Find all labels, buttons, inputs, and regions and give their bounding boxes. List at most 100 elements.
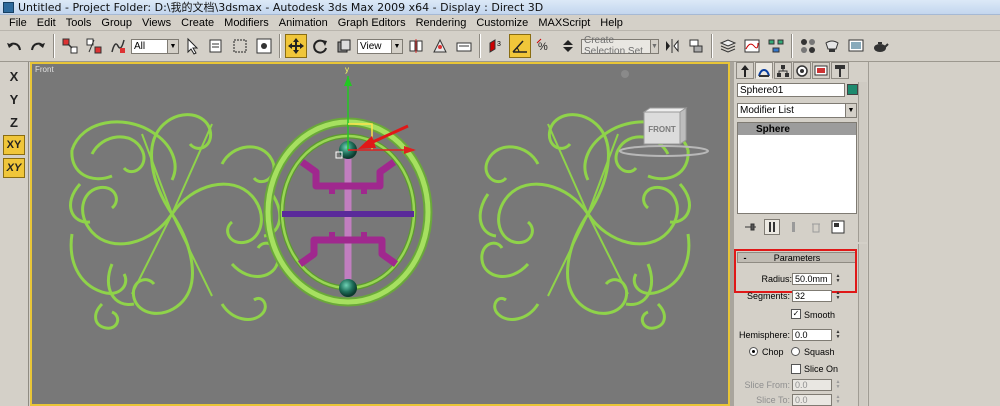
slice-from-spinner[interactable]: ▲ ▼	[834, 379, 842, 391]
slice-from-input[interactable]: 0.0	[792, 379, 832, 391]
app-icon[interactable]	[3, 1, 14, 13]
constrain-xy-button[interactable]: XY	[3, 135, 25, 155]
space-warp-icon	[111, 39, 125, 53]
segments-input[interactable]: 32	[792, 290, 832, 302]
make-unique-button[interactable]	[786, 219, 802, 235]
viewcube-home-icon[interactable]	[621, 70, 629, 78]
spinner-snap-toggle-button[interactable]	[557, 34, 579, 58]
modifier-list-label: Modifier List	[740, 105, 794, 116]
menu-maxscript[interactable]: MAXScript	[533, 17, 595, 29]
menu-views[interactable]: Views	[137, 17, 176, 29]
reference-coord-dropdown[interactable]: View ▼	[357, 38, 403, 54]
rendered-frame-window-button[interactable]	[845, 34, 867, 58]
schematic-view-button[interactable]	[765, 34, 787, 58]
slice-on-checkbox[interactable]	[791, 364, 801, 374]
chop-label: Chop	[762, 347, 784, 357]
menu-tools[interactable]: Tools	[61, 17, 97, 29]
constrain-y-button[interactable]: Y	[3, 89, 25, 109]
left-ornament	[69, 113, 282, 330]
object-name-field[interactable]: Sphere01	[737, 83, 845, 97]
viewcube[interactable]: FRONT	[619, 70, 709, 157]
tab-utilities[interactable]	[831, 62, 849, 79]
menu-help[interactable]: Help	[595, 17, 628, 29]
menu-graph-editors[interactable]: Graph Editors	[333, 17, 411, 29]
window-title: Untitled - Project Folder: D:\我的文档\3dsma…	[18, 1, 544, 14]
show-end-result-button[interactable]	[764, 219, 780, 235]
constrain-z-button[interactable]: Z	[3, 112, 25, 132]
manipulate-icon	[433, 38, 447, 53]
slice-to-label: Slice To:	[756, 395, 790, 405]
keyboard-shortcut-override-button[interactable]	[453, 34, 475, 58]
menu-animation[interactable]: Animation	[274, 17, 333, 29]
slice-to-spinner[interactable]: ▲ ▼	[834, 394, 842, 406]
unlink-selection-button[interactable]	[83, 34, 105, 58]
segments-spinner[interactable]: ▲ ▼	[834, 290, 842, 302]
selection-filter-dropdown[interactable]: All ▼	[131, 38, 179, 54]
align-button[interactable]	[685, 34, 707, 58]
menu-edit[interactable]: Edit	[32, 17, 61, 29]
hemisphere-input[interactable]: 0.0	[792, 329, 832, 341]
menu-create[interactable]: Create	[176, 17, 219, 29]
angle-snap-toggle-button[interactable]	[509, 34, 531, 58]
redo-button[interactable]	[27, 34, 49, 58]
remove-modifier-button[interactable]	[808, 219, 824, 235]
window-crossing-button[interactable]	[253, 34, 275, 58]
menu-group[interactable]: Group	[96, 17, 137, 29]
select-and-scale-button[interactable]	[333, 34, 355, 58]
named-selection-sets-dropdown[interactable]: Create Selection Set ▼	[581, 35, 659, 57]
percent-snap-toggle-button[interactable]: %	[533, 34, 555, 58]
layers-icon	[719, 39, 737, 53]
stack-item-sphere[interactable]: Sphere	[738, 123, 856, 135]
menu-customize[interactable]: Customize	[471, 17, 533, 29]
slice-to-input[interactable]: 0.0	[792, 394, 832, 406]
select-and-rotate-button[interactable]	[309, 34, 331, 58]
select-and-move-button[interactable]	[285, 34, 307, 58]
quick-render-button[interactable]	[869, 34, 891, 58]
slice-from-label: Slice From:	[744, 380, 790, 390]
tab-create[interactable]	[736, 62, 754, 79]
mirror-button[interactable]	[661, 34, 683, 58]
percent-snap-icon: %	[536, 38, 548, 53]
chop-radio[interactable]	[749, 347, 758, 356]
panel-scrollbar-top[interactable]	[858, 82, 867, 242]
select-and-manipulate-button[interactable]	[429, 34, 451, 58]
hemisphere-spinner[interactable]: ▲ ▼	[834, 329, 842, 341]
select-by-name-button[interactable]	[205, 34, 227, 58]
use-pivot-center-button[interactable]	[405, 34, 427, 58]
undo-button[interactable]	[3, 34, 25, 58]
constrain-x-button[interactable]: X	[3, 66, 25, 86]
pin-stack-button[interactable]	[742, 219, 758, 235]
tab-modify[interactable]	[755, 62, 773, 79]
chevron-down-icon: ▼	[167, 39, 178, 53]
object-color-swatch[interactable]	[847, 84, 858, 95]
tab-display[interactable]	[812, 62, 830, 79]
svg-text:%: %	[538, 41, 548, 53]
constrain-xy-flyout-button[interactable]: XY	[3, 158, 25, 178]
render-setup-button[interactable]	[821, 34, 843, 58]
front-viewport[interactable]: Front y FRONT	[30, 62, 730, 406]
bind-to-space-warp-button[interactable]	[107, 34, 129, 58]
hierarchy-icon	[777, 64, 789, 77]
configure-modifier-sets-button[interactable]	[830, 219, 846, 235]
squash-radio[interactable]	[791, 347, 800, 356]
material-editor-button[interactable]	[797, 34, 819, 58]
rect-select-icon	[233, 39, 247, 53]
menu-rendering[interactable]: Rendering	[411, 17, 472, 29]
panel-scrollbar-bottom[interactable]	[858, 244, 867, 406]
tab-motion[interactable]	[793, 62, 811, 79]
modifier-stack[interactable]: Sphere	[737, 122, 857, 214]
rectangular-selection-button[interactable]	[229, 34, 251, 58]
tab-hierarchy[interactable]	[774, 62, 792, 79]
select-and-link-button[interactable]	[59, 34, 81, 58]
layer-manager-button[interactable]	[717, 34, 739, 58]
chevron-down-icon: ▼	[391, 39, 402, 53]
modifier-list-dropdown[interactable]: Modifier List ▼	[737, 103, 857, 118]
snaps-toggle-button[interactable]: 3	[485, 34, 507, 58]
menu-file[interactable]: File	[4, 17, 32, 29]
curve-editor-button[interactable]	[741, 34, 763, 58]
select-object-button[interactable]	[181, 34, 203, 58]
pivot-center-icon	[409, 39, 423, 53]
smooth-checkbox[interactable]: ✓	[791, 309, 801, 319]
chevron-down-icon: ▼	[649, 39, 658, 53]
menu-modifiers[interactable]: Modifiers	[219, 17, 274, 29]
